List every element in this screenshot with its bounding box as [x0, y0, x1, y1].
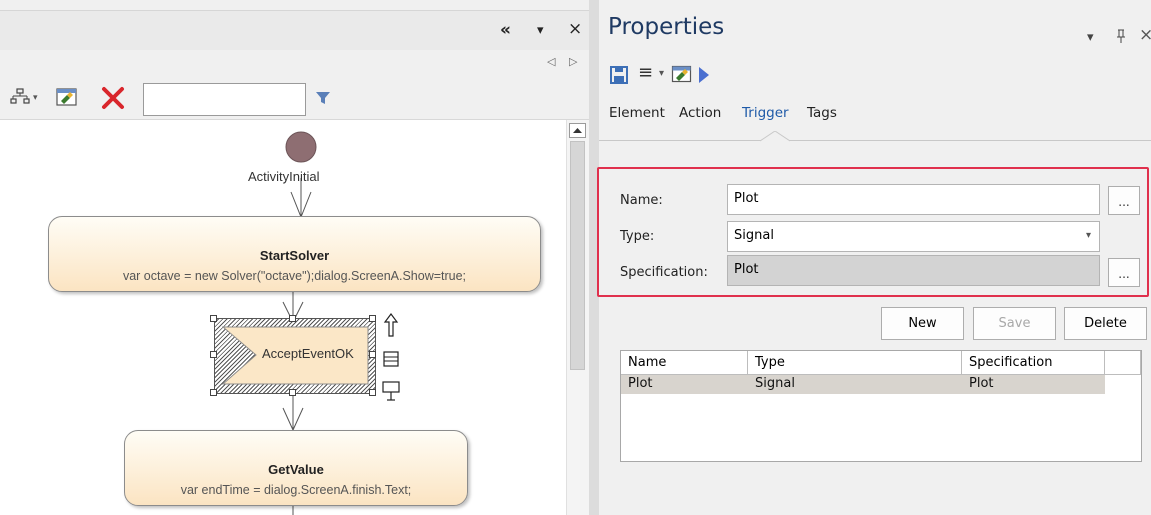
panel-menu-dropdown-icon[interactable]: ▾: [537, 24, 544, 37]
resize-handle[interactable]: [210, 351, 217, 358]
name-field[interactable]: Plot: [727, 184, 1100, 215]
resize-handle[interactable]: [210, 315, 217, 322]
accept-event-label: AcceptEventOK: [262, 346, 354, 361]
edit-properties-icon[interactable]: [671, 64, 693, 84]
hierarchy-icon[interactable]: [10, 88, 30, 106]
type-select[interactable]: Signal ▾: [727, 221, 1100, 252]
table-cell-name: Plot: [628, 376, 653, 391]
page-title: Properties: [608, 14, 725, 40]
column-header-filler: [1105, 351, 1141, 375]
specification-label: Specification:: [620, 265, 708, 280]
table-cell-type: Signal: [755, 376, 795, 391]
filter-icon[interactable]: [315, 90, 331, 106]
tab-prev-icon[interactable]: ◁: [547, 56, 555, 67]
tab-action[interactable]: Action: [679, 105, 721, 121]
collapse-icon[interactable]: «: [500, 22, 511, 39]
play-icon[interactable]: [698, 66, 710, 84]
activity-initial-node: [285, 131, 317, 163]
scroll-up-icon[interactable]: [569, 123, 586, 138]
node-name: StartSolver: [259, 248, 330, 263]
action-node-get-value[interactable]: GetValue var endTime = dialog.ScreenA.fi…: [124, 430, 468, 506]
table-row[interactable]: [621, 375, 1105, 394]
tab-tags[interactable]: Tags: [807, 105, 837, 121]
type-label: Type:: [620, 229, 655, 244]
delete-icon[interactable]: [101, 86, 125, 110]
chevron-down-icon: ▾: [1085, 230, 1091, 241]
active-tab-indicator: [760, 131, 790, 142]
specification-browse-button[interactable]: ...: [1108, 258, 1140, 287]
tab-divider: [599, 140, 1151, 141]
node-name: GetValue: [268, 462, 324, 477]
resize-handle[interactable]: [369, 389, 376, 396]
tab-element[interactable]: Element: [609, 105, 665, 121]
column-header-name[interactable]: Name: [621, 351, 748, 375]
tab-strip: [0, 52, 595, 72]
tab-next-icon[interactable]: ▷: [569, 56, 577, 67]
column-header-specification[interactable]: Specification: [962, 351, 1105, 375]
node-code: var octave = new Solver("octave");dialog…: [122, 269, 467, 283]
resize-handle[interactable]: [289, 315, 296, 322]
type-value: Signal: [734, 228, 774, 243]
tab-trigger[interactable]: Trigger: [742, 105, 789, 121]
resize-handle[interactable]: [289, 389, 296, 396]
quick-linker-icons[interactable]: [380, 312, 402, 404]
menu-dropdown-icon[interactable]: ▾: [659, 69, 664, 79]
close-icon[interactable]: ×: [568, 21, 582, 38]
delete-button[interactable]: Delete: [1064, 307, 1147, 340]
search-input[interactable]: [143, 83, 306, 116]
panel-menu-dropdown-icon[interactable]: ▾: [1087, 31, 1094, 44]
action-node-start-solver[interactable]: StartSolver var octave = new Solver("oct…: [48, 216, 541, 292]
table-cell-specification: Plot: [969, 376, 994, 391]
close-icon[interactable]: ×: [1139, 27, 1151, 44]
scroll-thumb[interactable]: [570, 141, 585, 370]
specification-field[interactable]: Plot: [727, 255, 1100, 286]
edit-properties-icon[interactable]: [55, 86, 79, 108]
save-icon[interactable]: [609, 65, 629, 85]
menu-icon[interactable]: ≡: [638, 64, 653, 82]
name-label: Name:: [620, 193, 663, 208]
name-browse-button[interactable]: ...: [1108, 186, 1140, 215]
column-header-type[interactable]: Type: [748, 351, 962, 375]
node-code: var endTime = dialog.ScreenA.finish.Text…: [180, 483, 412, 497]
resize-handle[interactable]: [210, 389, 217, 396]
resize-handle[interactable]: [369, 351, 376, 358]
activity-initial-label: ActivityInitial: [248, 169, 320, 184]
hierarchy-dropdown-icon[interactable]: ▾: [33, 94, 38, 103]
new-button[interactable]: New: [881, 307, 964, 340]
save-button[interactable]: Save: [973, 307, 1056, 340]
pin-icon[interactable]: [1115, 28, 1127, 44]
resize-handle[interactable]: [369, 315, 376, 322]
